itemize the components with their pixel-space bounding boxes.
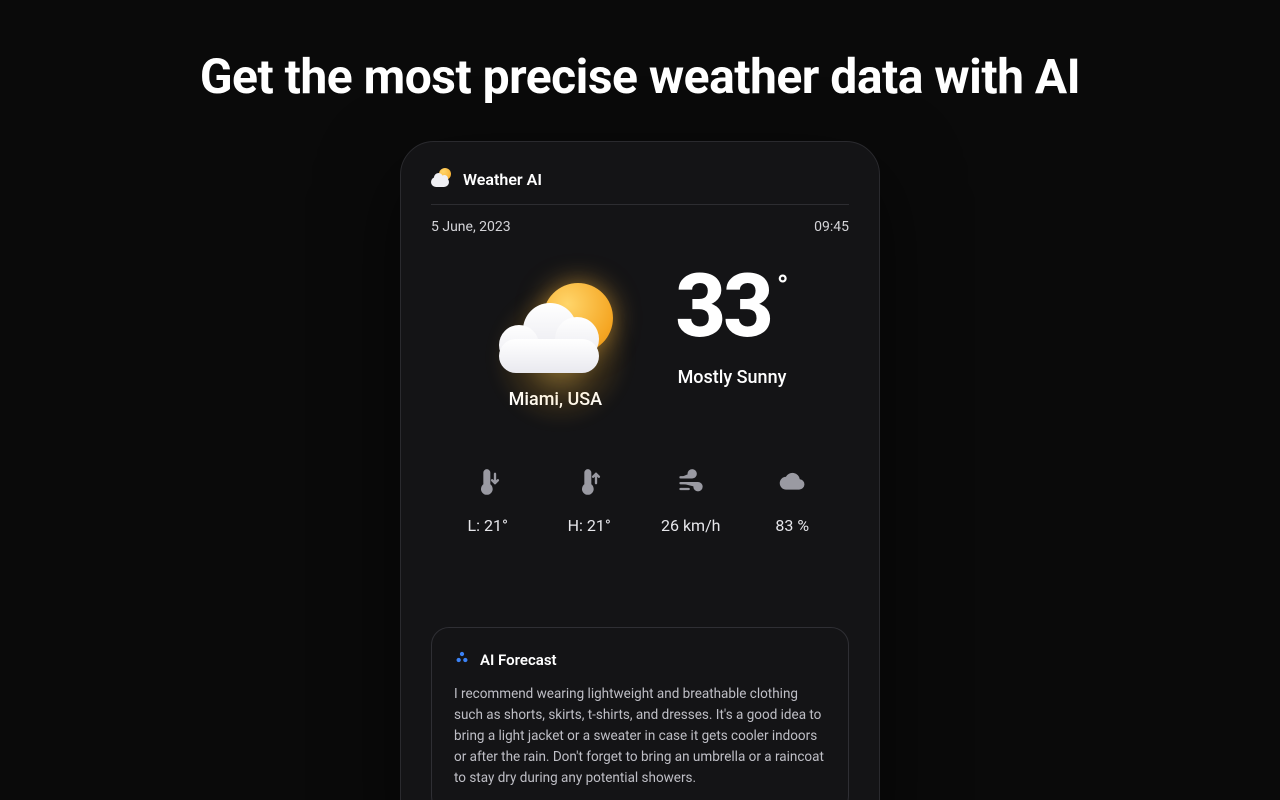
wind-icon	[677, 468, 705, 500]
app-header: Weather AI	[431, 168, 849, 205]
current-time: 09:45	[814, 219, 849, 235]
ai-icon	[454, 650, 470, 670]
ai-forecast-header: AI Forecast	[454, 650, 826, 670]
stat-wind-label: 26 km/h	[661, 516, 721, 535]
stat-cloud-label: 83 %	[775, 516, 809, 535]
temperature-display: 33 °	[675, 265, 788, 349]
page-heading: Get the most precise weather data with A…	[0, 0, 1280, 105]
app-logo-icon	[431, 168, 453, 190]
thermometer-down-icon	[474, 468, 502, 500]
stat-low: L: 21°	[437, 468, 539, 535]
current-date: 5 June, 2023	[431, 219, 511, 235]
ai-forecast-body: I recommend wearing lightweight and brea…	[454, 684, 826, 789]
weather-app-card: Weather AI 5 June, 2023 09:45 Miami, USA…	[400, 141, 880, 800]
condition-label: Mostly Sunny	[678, 367, 787, 388]
mostly-sunny-icon	[491, 265, 619, 375]
app-title: Weather AI	[463, 170, 542, 189]
thermometer-up-icon	[575, 468, 603, 500]
temperature-col: 33 ° Mostly Sunny	[675, 265, 788, 410]
cloud-icon	[778, 468, 806, 500]
ai-forecast-title: AI Forecast	[480, 651, 557, 669]
stat-high: H: 21°	[539, 468, 641, 535]
stat-cloud: 83 %	[742, 468, 844, 535]
weather-stats-row: L: 21° H: 21° 26 km/h	[431, 468, 849, 535]
temperature-value: 33	[675, 265, 771, 349]
ai-forecast-card: AI Forecast I recommend wearing lightwei…	[431, 627, 849, 800]
degree-symbol: °	[777, 269, 789, 304]
date-time-row: 5 June, 2023 09:45	[431, 219, 849, 235]
stat-high-label: H: 21°	[568, 516, 611, 535]
stat-wind: 26 km/h	[640, 468, 742, 535]
stat-low-label: L: 21°	[468, 516, 508, 535]
weather-visual-col: Miami, USA	[491, 265, 619, 410]
current-weather: Miami, USA 33 ° Mostly Sunny	[431, 265, 849, 410]
